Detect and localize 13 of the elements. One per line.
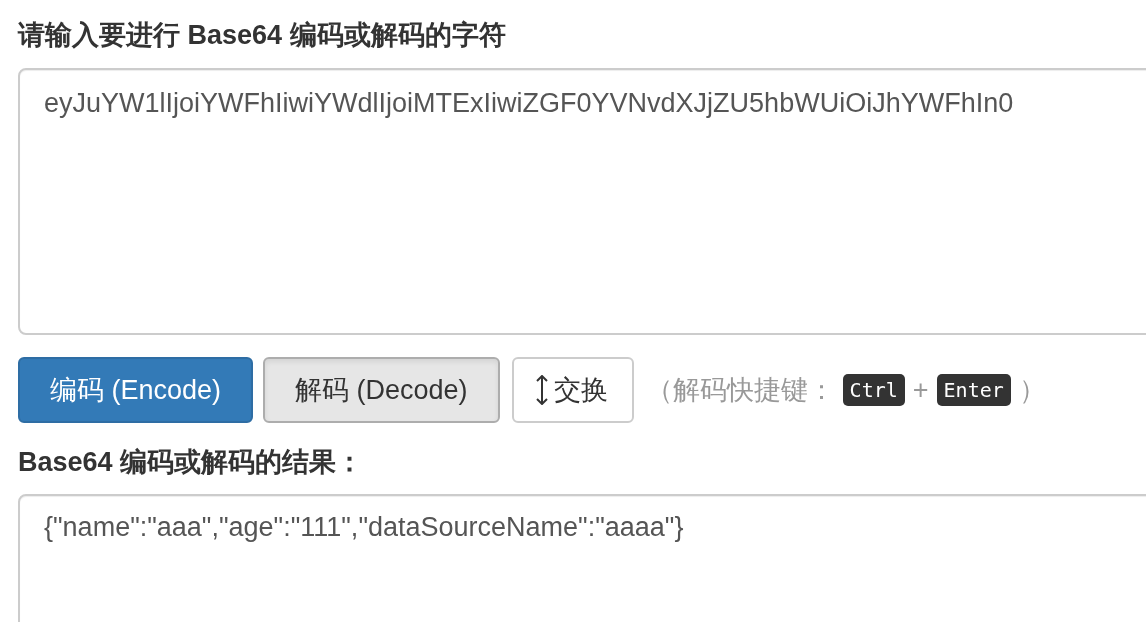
plus-sign: + [912, 373, 929, 407]
field-label: 请输入要进行 Base64 编码或解码的字符 [18, 19, 507, 52]
field-label: Base64 编码或解码的结果： [18, 446, 365, 479]
text-area[interactable]: eyJuYW1lIjoiYWFhIiwiYWdlIjoiMTExIiwiZGF0YVNvdXJjZU5hbWUiOiJhYWFhIn0 [18, 68, 1146, 335]
hint-text: （解码快捷键： [645, 373, 835, 407]
keyboard-key: Enter [936, 374, 1011, 406]
keyboard-key: Ctrl [842, 374, 905, 406]
decode-button[interactable]: 解码 (Decode) [263, 357, 500, 423]
encode-button[interactable]: 编码 (Encode) [18, 357, 254, 423]
swap-button[interactable]: 交换 [511, 357, 634, 423]
text-area[interactable]: {"name":"aaa","age":"111","dataSourceName":"aaaa"} [18, 494, 1146, 622]
hint-text: ） [1018, 373, 1046, 407]
up-down-arrow-icon [535, 375, 548, 405]
